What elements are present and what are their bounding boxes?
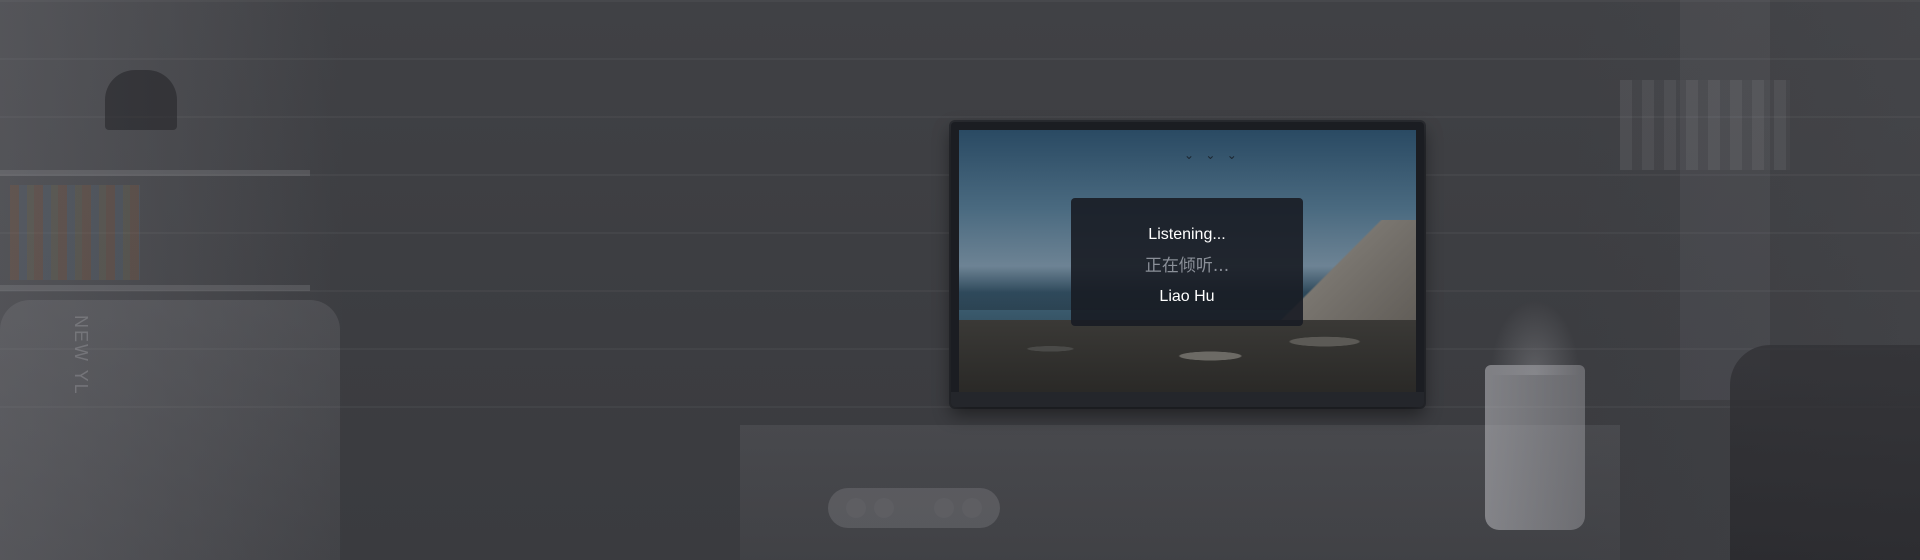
shelf-plank [0,170,310,176]
shelf-plank [0,285,310,291]
speaker [828,488,1000,528]
humidifier [1485,365,1585,530]
rocks [959,320,1416,392]
armchair [0,300,340,560]
wall-text: NEW YL [71,315,91,396]
right-window [1680,0,1770,400]
listening-status: Listening... [1148,226,1226,243]
books [10,185,140,280]
listening-status-cn: 正在倾听... [1144,256,1230,276]
sofa [1730,345,1920,560]
humidifier-mist [1490,300,1580,375]
lamp [105,70,177,130]
voice-listening-dialog: Listening... 正在倾听... Liao Hu [1071,198,1303,326]
tv-bezel-bottom [951,392,1424,407]
birds-icon: ⌄ ⌄ ⌄ [1184,148,1241,162]
user-name: Liao Hu [1159,288,1215,305]
right-shelf [1620,80,1790,170]
